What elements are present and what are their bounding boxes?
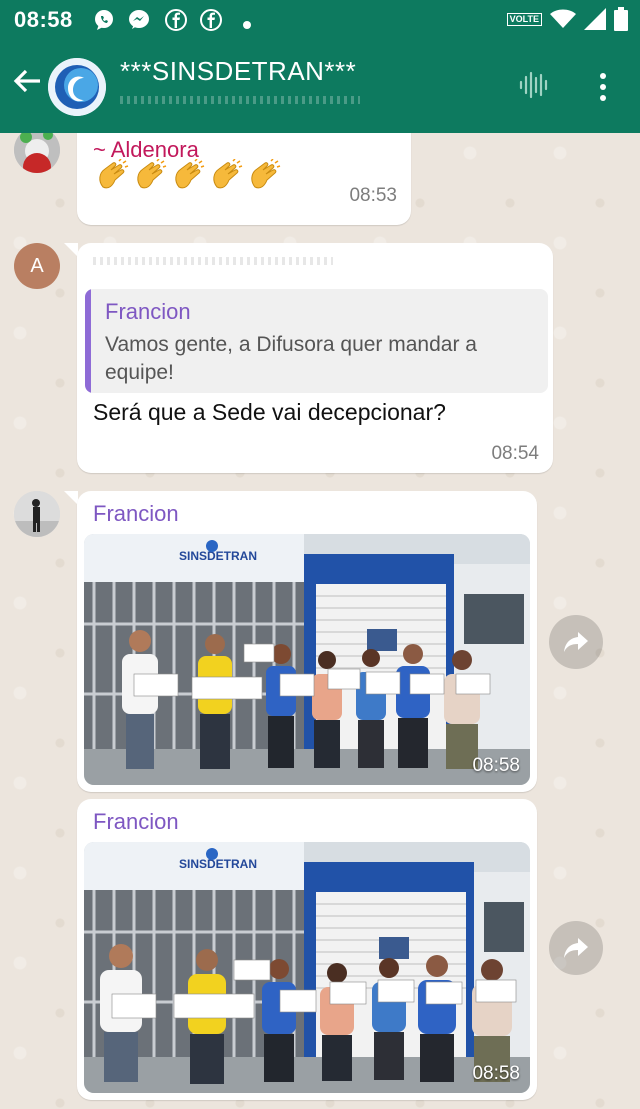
sender-name[interactable]: Francion xyxy=(93,501,179,527)
more-options-icon[interactable] xyxy=(598,72,608,102)
more-notifications-dot-icon xyxy=(242,13,252,36)
wifi-icon xyxy=(550,9,576,28)
sender-name[interactable]: Francion xyxy=(93,809,179,835)
clap-emoji-icon xyxy=(213,159,243,189)
protest-photo-image: SINSDETRAN xyxy=(84,534,530,785)
photo-time: 08:58 xyxy=(472,1063,520,1084)
photo-time: 08:58 xyxy=(472,755,520,776)
chat-area[interactable]: ~ Aldenora 08:53 A Francion Vamos gente,… xyxy=(0,133,640,1109)
group-members-placeholder xyxy=(120,96,360,104)
sender-avatar[interactable] xyxy=(14,133,60,173)
status-bar: 08:58 VOLTE xyxy=(0,0,640,40)
group-avatar[interactable] xyxy=(48,58,106,116)
message-photo[interactable]: SINSDETRAN 08:58 xyxy=(84,534,530,785)
forward-button[interactable] xyxy=(549,615,603,669)
chat-header: ***SINSDETRAN*** xyxy=(0,40,640,133)
clap-emoji-icon xyxy=(99,159,129,189)
bubble-tail xyxy=(64,491,78,505)
building-sign-text: SINSDETRAN xyxy=(179,549,257,563)
signal-icon xyxy=(584,8,606,30)
message-bubble[interactable]: ~ Aldenora 08:53 xyxy=(77,133,411,225)
clap-emoji-icon xyxy=(251,159,281,189)
quoted-sender: Francion xyxy=(105,299,191,324)
bubble-tail xyxy=(64,243,78,257)
facebook-notification-icon xyxy=(199,8,223,38)
messenger-notification-icon xyxy=(127,8,151,38)
sender-avatar[interactable] xyxy=(14,491,60,537)
facebook-notification-icon xyxy=(164,8,188,38)
message-time: 08:53 xyxy=(349,185,397,206)
group-title[interactable]: ***SINSDETRAN*** xyxy=(120,56,356,87)
message-time: 08:54 xyxy=(491,443,539,464)
image-message-bubble[interactable]: Francion SINSDETRAN 08:58 xyxy=(77,799,537,1100)
image-message-bubble[interactable]: Francion SINSDETRAN 08:58 xyxy=(77,491,537,792)
volte-badge: VOLTE xyxy=(506,12,542,26)
status-time: 08:58 xyxy=(14,7,73,32)
message-text: Será que a Sede vai decepcionar? xyxy=(93,399,446,425)
protest-photo-image: SINSDETRAN xyxy=(84,842,530,1093)
sender-avatar[interactable]: A xyxy=(14,243,60,289)
whatsapp-notification-icon xyxy=(92,8,116,38)
forward-arrow-icon xyxy=(564,632,588,652)
blurred-sender xyxy=(93,257,333,265)
message-bubble[interactable]: Francion Vamos gente, a Difusora quer ma… xyxy=(77,243,553,473)
forward-arrow-icon xyxy=(564,938,588,958)
voice-chat-icon[interactable] xyxy=(518,70,548,100)
battery-icon xyxy=(614,7,628,31)
forward-button[interactable] xyxy=(549,921,603,975)
status-indicators: VOLTE xyxy=(506,7,628,31)
building-sign-text: SINSDETRAN xyxy=(179,857,257,871)
clap-emoji-icon xyxy=(137,159,167,189)
quote-accent-bar xyxy=(85,289,91,393)
quoted-text: Vamos gente, a Difusora quer mandar a eq… xyxy=(105,333,477,384)
clap-emoji-icon xyxy=(175,159,205,189)
clap-emojis xyxy=(95,159,281,193)
message-photo[interactable]: SINSDETRAN 08:58 xyxy=(84,842,530,1093)
quoted-message[interactable]: Francion Vamos gente, a Difusora quer ma… xyxy=(85,289,548,393)
back-arrow-icon[interactable] xyxy=(12,66,42,101)
